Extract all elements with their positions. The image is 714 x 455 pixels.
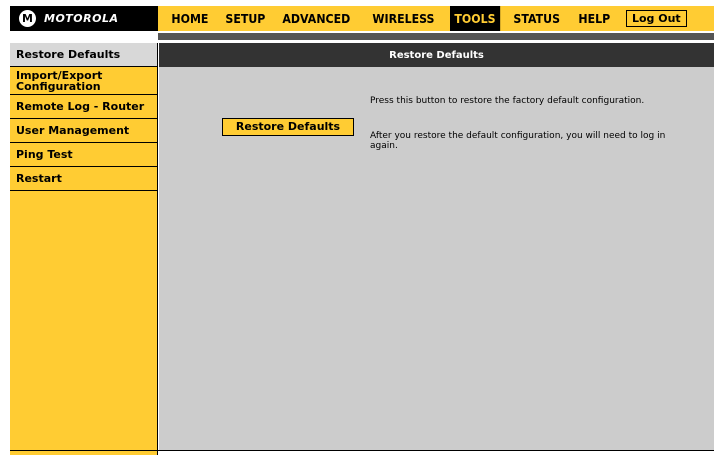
- nav-help[interactable]: HELP: [574, 6, 615, 31]
- nav-advanced[interactable]: ADVANCED: [278, 6, 355, 31]
- nav-tools[interactable]: TOOLS: [450, 6, 501, 31]
- sidebar-item-restart[interactable]: Restart: [10, 167, 157, 191]
- motorola-logo: M MOTOROLA: [10, 6, 158, 31]
- relogin-note: After you restore the default configurat…: [370, 131, 666, 151]
- nav-status[interactable]: STATUS: [509, 6, 564, 31]
- nav-home[interactable]: HOME: [167, 6, 213, 31]
- page-title: Restore Defaults: [159, 43, 714, 67]
- sidebar-item-label: Restart: [16, 172, 62, 185]
- sidebar-item-label: Ping Test: [16, 148, 73, 161]
- top-navigation-bar: M MOTOROLA HOME SETUP ADVANCED WIRELESS …: [10, 6, 714, 31]
- logout-button[interactable]: Log Out: [625, 10, 687, 27]
- main-nav: HOME SETUP ADVANCED WIRELESS TOOLS STATU…: [167, 6, 687, 31]
- sidebar-item-label: Import/Export Configuration: [16, 68, 103, 93]
- sidebar-item-remote-log[interactable]: Remote Log - Router: [10, 95, 157, 119]
- sidebar-item-import-export[interactable]: Import/Export Configuration: [10, 67, 157, 95]
- restore-defaults-button[interactable]: Restore Defaults: [222, 118, 354, 136]
- restore-description: Press this button to restore the factory…: [370, 96, 645, 106]
- sidebar-item-user-management[interactable]: User Management: [10, 119, 157, 143]
- nav-wireless[interactable]: WIRELESS: [368, 6, 439, 31]
- sidebar: Restore Defaults Import/Export Configura…: [10, 43, 158, 455]
- main-panel: Restore Defaults Restore Defaults Press …: [159, 43, 714, 450]
- sidebar-item-label: Restore Defaults: [16, 48, 121, 61]
- sidebar-item-label: User Management: [16, 124, 130, 137]
- sidebar-item-ping-test[interactable]: Ping Test: [10, 143, 157, 167]
- nav-setup[interactable]: SETUP: [221, 6, 270, 31]
- sidebar-item-label: Remote Log - Router: [16, 100, 145, 113]
- sidebar-item-restore-defaults[interactable]: Restore Defaults: [10, 43, 157, 67]
- motorola-logo-icon: M: [19, 10, 36, 27]
- logo-text: MOTOROLA: [44, 12, 119, 25]
- bottom-divider: [10, 450, 714, 451]
- header-divider-dark: [158, 33, 714, 40]
